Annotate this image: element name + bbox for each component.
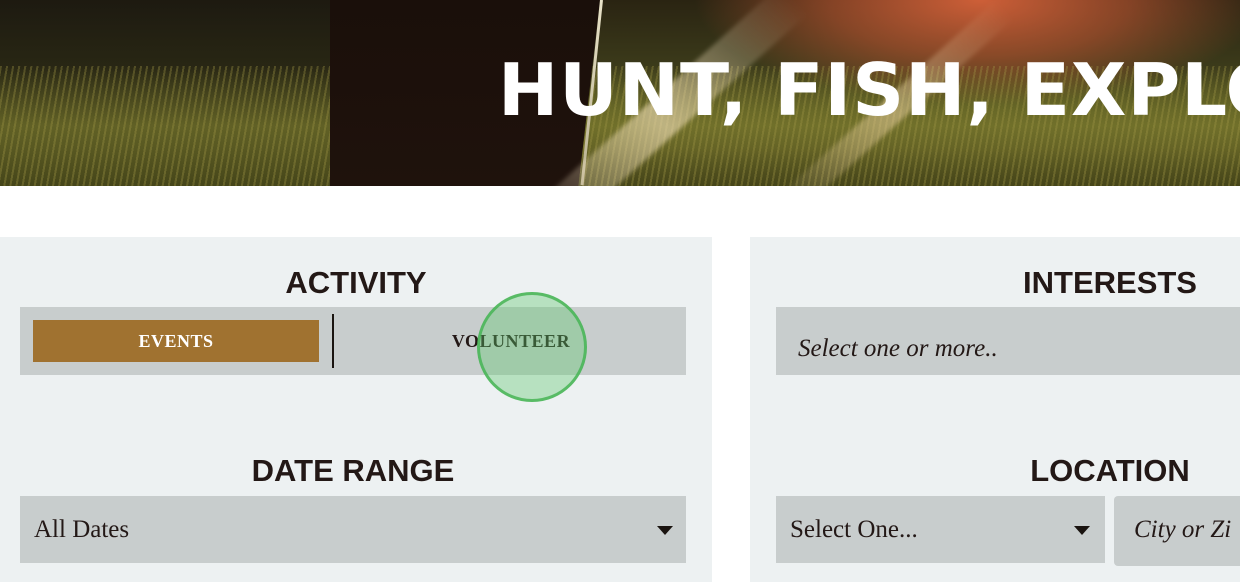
chevron-down-icon	[1074, 526, 1090, 535]
city-zip-input[interactable]: City or Zi	[1114, 496, 1240, 566]
click-indicator	[477, 292, 587, 402]
interests-placeholder: Select one or more..	[798, 335, 998, 362]
filter-panel-right: INTERESTS Select one or more.. LOCATION …	[750, 237, 1240, 582]
filter-panel-left: ACTIVITY EVENTS VOLUNTEER DATE RANGE All…	[0, 237, 712, 582]
city-zip-placeholder: City or Zi	[1134, 516, 1232, 543]
location-select[interactable]: Select One...	[776, 496, 1105, 563]
hero-title: HUNT, FISH, EXPLO	[498, 48, 1240, 132]
hero-banner: HUNT, FISH, EXPLO	[0, 0, 1240, 186]
date-range-select[interactable]: All Dates	[20, 496, 686, 563]
activity-title: ACTIVITY	[285, 265, 427, 300]
interests-title: INTERESTS	[1023, 265, 1197, 300]
events-toggle-button[interactable]: EVENTS	[33, 320, 319, 362]
date-range-value: All Dates	[34, 515, 130, 543]
date-range-title: DATE RANGE	[251, 453, 455, 488]
interests-input[interactable]: Select one or more..	[776, 307, 1240, 375]
location-select-value: Select One...	[790, 515, 918, 543]
location-title: LOCATION	[1030, 453, 1190, 488]
toggle-divider	[332, 314, 334, 368]
chevron-down-icon	[657, 526, 673, 535]
